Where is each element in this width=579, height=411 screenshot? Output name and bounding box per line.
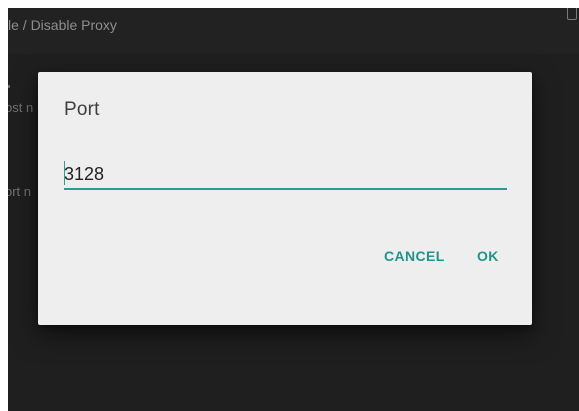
cancel-button[interactable]: CANCEL [384,248,445,264]
proxy-port-setting-label[interactable]: ort n [8,184,31,199]
settings-screen: le / Disable Proxy ost n ort n Port CANC… [8,8,579,411]
app-header: le / Disable Proxy [8,8,579,54]
ok-button[interactable]: OK [477,248,499,264]
dialog-title: Port [64,99,100,120]
port-dialog: Port CANCEL OK [38,72,532,325]
proxy-host-setting-label[interactable]: ost n [8,100,33,115]
port-input[interactable] [64,160,507,190]
divider-mark [8,85,10,88]
menu-icon[interactable] [567,8,577,20]
header-subtitle: le / Disable Proxy [8,17,117,33]
text-cursor [64,161,65,185]
port-input-container [64,160,507,190]
